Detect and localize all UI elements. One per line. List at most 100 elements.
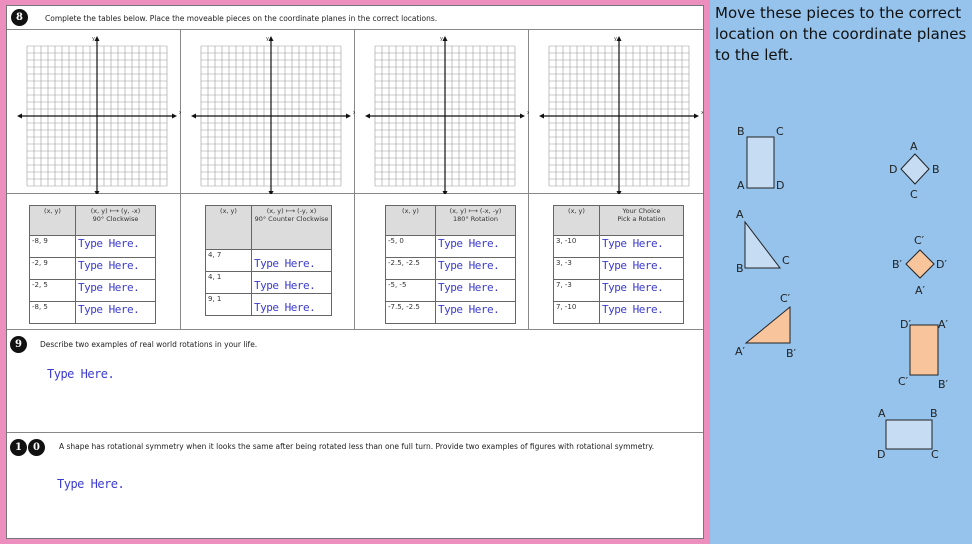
answer-field[interactable]: Type Here. bbox=[251, 249, 332, 272]
rotation-table-cell-2: (x, y) (x, y) ⟼ (-y, x) 90° Counter Clock… bbox=[181, 194, 355, 330]
answer-field[interactable]: Type Here. bbox=[435, 235, 516, 258]
xy-value: 4, 1 bbox=[205, 271, 252, 294]
question-9: 9 Describe two examples of real world ro… bbox=[7, 330, 703, 433]
xy-value: -2.5, -2.5 bbox=[385, 257, 436, 280]
xy-value: -2, 9 bbox=[29, 257, 76, 280]
answer-text[interactable]: Type Here. bbox=[602, 303, 664, 316]
rotation-table-3: (x, y) (x, y) ⟼ (-x, -y) 180° Rotation -5… bbox=[385, 205, 516, 324]
vertex-label: C bbox=[910, 188, 918, 201]
coordinate-plane-4[interactable]: xy bbox=[529, 30, 703, 194]
table-row: 4, 7 Type Here. bbox=[205, 249, 332, 272]
xy-value: 7, -3 bbox=[553, 279, 600, 302]
question-9-answer[interactable]: Type Here. bbox=[47, 367, 115, 381]
table-row: 3, -3 Type Here. bbox=[553, 257, 684, 280]
table-header-rule: (x, y) ⟼ (-y, x) 90° Counter Clockwise bbox=[251, 205, 332, 250]
table-row: 4, 1 Type Here. bbox=[205, 271, 332, 294]
answer-text[interactable]: Type Here. bbox=[254, 301, 316, 314]
rotation-table-cell-1: (x, y) (x, y) ⟼ (y, -x) 90° Clockwise -8,… bbox=[7, 194, 181, 330]
coordinate-plane-2[interactable]: xy bbox=[181, 30, 355, 194]
xy-value: -7.5, -2.5 bbox=[385, 301, 436, 324]
pieces-layer: B C A D A B C D A B C C′ D′ A′ B′ C′ A′ … bbox=[735, 125, 949, 461]
answer-text[interactable]: Type Here. bbox=[602, 281, 664, 294]
xy-value: -8, 9 bbox=[29, 235, 76, 258]
piece-rectangle-orange[interactable]: D′ A′ C′ B′ bbox=[898, 318, 949, 391]
answer-field[interactable]: Type Here. bbox=[75, 235, 156, 258]
answer-text[interactable]: Type Here. bbox=[78, 237, 140, 250]
y-axis-label: y bbox=[266, 36, 269, 42]
y-axis-label: y bbox=[92, 36, 95, 42]
vertex-label: C bbox=[782, 254, 790, 267]
question-10-text: A shape has rotational symmetry when it … bbox=[59, 442, 655, 451]
answer-field[interactable]: Type Here. bbox=[75, 301, 156, 324]
vertex-label: B bbox=[932, 163, 940, 176]
table-header-rule: Your Choice Pick a Rotation bbox=[599, 205, 684, 236]
answer-text[interactable]: Type Here. bbox=[602, 259, 664, 272]
question-10-answer[interactable]: Type Here. bbox=[57, 477, 125, 491]
answer-field[interactable]: Type Here. bbox=[75, 257, 156, 280]
answer-text[interactable]: Type Here. bbox=[78, 259, 140, 272]
vertex-label: A bbox=[910, 140, 918, 153]
answer-field[interactable]: Type Here. bbox=[599, 235, 684, 258]
table-row: -2, 9 Type Here. bbox=[29, 257, 156, 280]
pieces-panel: Move these pieces to the correct locatio… bbox=[710, 0, 972, 544]
answer-field[interactable]: Type Here. bbox=[599, 301, 684, 324]
answer-text[interactable]: Type Here. bbox=[438, 237, 500, 250]
answer-field[interactable]: Type Here. bbox=[251, 271, 332, 294]
answer-field[interactable]: Type Here. bbox=[435, 279, 516, 302]
answer-field[interactable]: Type Here. bbox=[435, 301, 516, 324]
xy-value: -5, -5 bbox=[385, 279, 436, 302]
table-row: 7, -10 Type Here. bbox=[553, 301, 684, 324]
xy-value: 4, 7 bbox=[205, 249, 252, 272]
answer-field[interactable]: Type Here. bbox=[435, 257, 516, 280]
vertex-label: B′ bbox=[938, 378, 949, 391]
rule-label: 90° Counter Clockwise bbox=[254, 215, 329, 223]
vertex-label: C bbox=[776, 125, 784, 138]
vertex-label: B bbox=[737, 125, 745, 138]
piece-rectangle-blue[interactable]: B C A D bbox=[737, 125, 784, 192]
vertex-label: A bbox=[736, 208, 744, 221]
question-8-header: 8 Complete the tables below. Place the m… bbox=[7, 6, 703, 30]
vertex-label: A′ bbox=[915, 284, 926, 297]
vertex-label: B′ bbox=[786, 347, 797, 360]
question-8-text: Complete the tables below. Place the mov… bbox=[45, 14, 438, 23]
answer-field[interactable]: Type Here. bbox=[251, 293, 332, 316]
question-10: 1 0 A shape has rotational symmetry when… bbox=[7, 433, 703, 539]
piece-triangle-blue[interactable]: A B C bbox=[736, 208, 790, 275]
coordinate-plane-1[interactable]: xy bbox=[7, 30, 181, 194]
table-row: -8, 5 Type Here. bbox=[29, 301, 156, 324]
answer-text[interactable]: Type Here. bbox=[438, 303, 500, 316]
question-8-number: 8 bbox=[11, 9, 28, 26]
vertex-label: A′ bbox=[735, 345, 746, 358]
piece-diamond-blue[interactable]: A B C D bbox=[889, 140, 940, 201]
vertex-label: C bbox=[931, 448, 939, 461]
table-header-xy: (x, y) bbox=[385, 205, 436, 236]
answer-field[interactable]: Type Here. bbox=[599, 257, 684, 280]
xy-value: 3, -10 bbox=[553, 235, 600, 258]
answer-text[interactable]: Type Here. bbox=[438, 259, 500, 272]
table-header-xy: (x, y) bbox=[553, 205, 600, 236]
vertex-label: C′ bbox=[780, 292, 791, 305]
piece-triangle-orange[interactable]: C′ A′ B′ bbox=[735, 292, 797, 360]
table-header-rule: (x, y) ⟼ (y, -x) 90° Clockwise bbox=[75, 205, 156, 236]
answer-text[interactable]: Type Here. bbox=[438, 281, 500, 294]
answer-text[interactable]: Type Here. bbox=[78, 303, 140, 316]
table-header-rule: (x, y) ⟼ (-x, -y) 180° Rotation bbox=[435, 205, 516, 236]
answer-text[interactable]: Type Here. bbox=[78, 281, 140, 294]
y-axis-label: y bbox=[614, 36, 617, 42]
answer-text[interactable]: Type Here. bbox=[254, 257, 316, 270]
xy-value: 9, 1 bbox=[205, 293, 252, 316]
table-header-xy: (x, y) bbox=[205, 205, 252, 250]
piece-diamond-orange[interactable]: C′ D′ A′ B′ bbox=[892, 234, 947, 297]
table-row: 9, 1 Type Here. bbox=[205, 293, 332, 316]
piece-rectangle-blue-wide[interactable]: A B D C bbox=[877, 407, 939, 461]
table-row: 3, -10 Type Here. bbox=[553, 235, 684, 258]
answer-field[interactable]: Type Here. bbox=[599, 279, 684, 302]
coordinate-plane-3[interactable]: xy bbox=[355, 30, 529, 194]
xy-value: 3, -3 bbox=[553, 257, 600, 280]
answer-field[interactable]: Type Here. bbox=[75, 279, 156, 302]
answer-text[interactable]: Type Here. bbox=[602, 237, 664, 250]
table-row: -2.5, -2.5 Type Here. bbox=[385, 257, 516, 280]
worksheet: 8 Complete the tables below. Place the m… bbox=[6, 5, 704, 539]
answer-text[interactable]: Type Here. bbox=[254, 279, 316, 292]
table-row: -5, 0 Type Here. bbox=[385, 235, 516, 258]
